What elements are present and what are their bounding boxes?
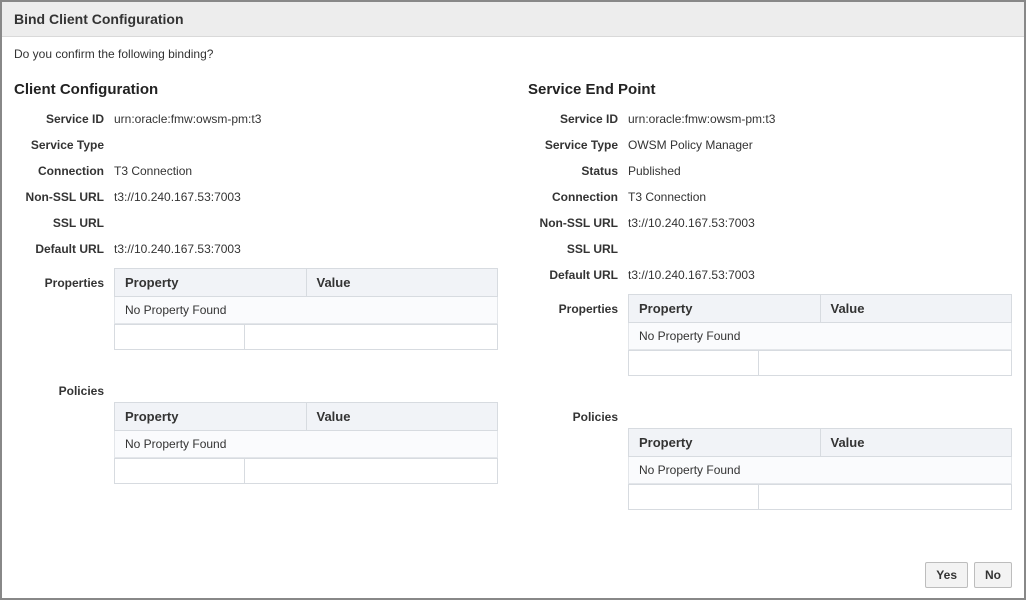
table-footer-row [628, 484, 1012, 510]
policies-label: Policies [14, 376, 114, 398]
table-row: No Property Found [115, 431, 498, 458]
status-label: Status [528, 164, 628, 178]
table-footer-row [628, 350, 1012, 376]
no-property-cell: No Property Found [629, 457, 1012, 484]
client-default-url-value: t3://10.240.167.53:7003 [114, 242, 241, 256]
service-id-label: Service ID [528, 112, 628, 126]
service-service-id-value: urn:oracle:fmw:owsm-pm:t3 [628, 112, 775, 126]
service-end-point-heading: Service End Point [528, 81, 1012, 98]
column-header-property: Property [115, 403, 307, 431]
table-row: No Property Found [115, 297, 498, 324]
default-url-label: Default URL [528, 268, 628, 282]
no-property-cell: No Property Found [629, 323, 1012, 350]
table-row: No Property Found [629, 323, 1012, 350]
service-service-type-value: OWSM Policy Manager [628, 138, 753, 152]
client-non-ssl-url-value: t3://10.240.167.53:7003 [114, 190, 241, 204]
dialog-footer: Yes No [2, 552, 1024, 598]
connection-label: Connection [528, 190, 628, 204]
no-property-cell: No Property Found [115, 297, 498, 324]
column-header-property: Property [629, 295, 821, 323]
service-status-value: Published [628, 164, 681, 178]
no-button[interactable]: No [974, 562, 1012, 588]
connection-label: Connection [14, 164, 114, 178]
column-header-value: Value [820, 295, 1012, 323]
column-header-property: Property [629, 429, 821, 457]
service-default-url-value: t3://10.240.167.53:7003 [628, 268, 755, 282]
client-policies-table: Property Value No Property Found [114, 402, 498, 458]
client-properties-table: Property Value No Property Found [114, 268, 498, 324]
properties-label: Properties [14, 268, 114, 290]
service-properties-table: Property Value No Property Found [628, 294, 1012, 350]
no-property-cell: No Property Found [115, 431, 498, 458]
client-configuration-heading: Client Configuration [14, 81, 498, 98]
ssl-url-label: SSL URL [14, 216, 114, 230]
service-connection-value: T3 Connection [628, 190, 706, 204]
column-header-value: Value [820, 429, 1012, 457]
service-type-label: Service Type [528, 138, 628, 152]
dialog-title: Bind Client Configuration [2, 2, 1024, 37]
table-footer-row [114, 458, 498, 484]
bind-client-configuration-dialog: Bind Client Configuration Do you confirm… [0, 0, 1026, 600]
yes-button[interactable]: Yes [925, 562, 968, 588]
client-connection-value: T3 Connection [114, 164, 192, 178]
service-policies-table: Property Value No Property Found [628, 428, 1012, 484]
confirm-text: Do you confirm the following binding? [14, 47, 1012, 61]
service-type-label: Service Type [14, 138, 114, 152]
non-ssl-url-label: Non-SSL URL [528, 216, 628, 230]
column-header-value: Value [306, 269, 498, 297]
ssl-url-label: SSL URL [528, 242, 628, 256]
non-ssl-url-label: Non-SSL URL [14, 190, 114, 204]
dialog-body: Do you confirm the following binding? Cl… [2, 37, 1024, 552]
policies-label: Policies [528, 402, 628, 424]
default-url-label: Default URL [14, 242, 114, 256]
column-header-property: Property [115, 269, 307, 297]
service-end-point-column: Service End Point Service ID urn:oracle:… [528, 81, 1012, 536]
properties-label: Properties [528, 294, 628, 316]
service-non-ssl-url-value: t3://10.240.167.53:7003 [628, 216, 755, 230]
client-service-id-value: urn:oracle:fmw:owsm-pm:t3 [114, 112, 261, 126]
client-configuration-column: Client Configuration Service ID urn:orac… [14, 81, 498, 536]
column-header-value: Value [306, 403, 498, 431]
table-footer-row [114, 324, 498, 350]
table-row: No Property Found [629, 457, 1012, 484]
service-id-label: Service ID [14, 112, 114, 126]
